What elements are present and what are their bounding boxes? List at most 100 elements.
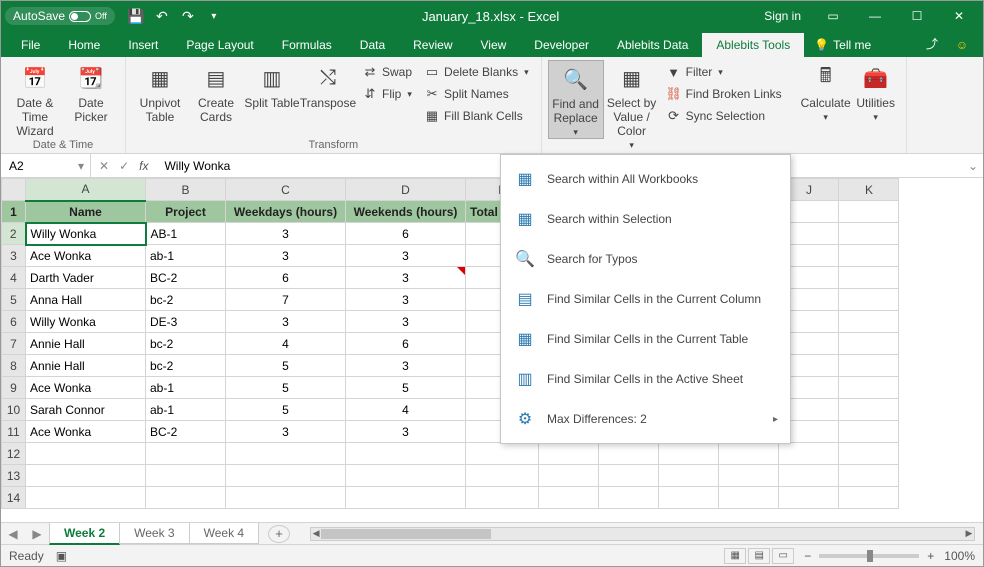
sign-in-button[interactable]: Sign in — [754, 9, 811, 23]
cell[interactable] — [226, 465, 346, 487]
broken-links-button[interactable]: ⛓Find Broken Links — [660, 84, 788, 104]
tab-formulas[interactable]: Formulas — [268, 33, 346, 57]
data-header[interactable]: Name — [26, 201, 146, 223]
sheet-nav-prev-icon[interactable]: ◀ — [1, 527, 25, 541]
split-names-button[interactable]: ✂Split Names — [418, 84, 535, 104]
spreadsheet-grid[interactable]: ABCDEFGHIJK1NameProjectWeekdays (hours)W… — [1, 178, 983, 522]
cell[interactable]: 6 — [346, 333, 466, 355]
page-layout-view-icon[interactable]: ▤ — [748, 548, 770, 564]
scroll-right-icon[interactable]: ▶ — [962, 528, 976, 539]
cell[interactable] — [839, 377, 899, 399]
cell[interactable] — [839, 267, 899, 289]
cell[interactable]: bc-2 — [146, 333, 226, 355]
smiley-icon[interactable]: ☺ — [947, 33, 977, 57]
cell[interactable] — [346, 465, 466, 487]
row-header-12[interactable]: 12 — [2, 443, 26, 465]
menu-similar-sheet[interactable]: ▥Find Similar Cells in the Active Sheet — [501, 359, 790, 399]
cell[interactable]: 5 — [226, 399, 346, 421]
fill-blank-button[interactable]: ▦Fill Blank Cells — [418, 106, 535, 126]
row-header-6[interactable]: 6 — [2, 311, 26, 333]
tab-ablebits-tools[interactable]: Ablebits Tools — [702, 33, 804, 57]
cell[interactable] — [839, 465, 899, 487]
close-icon[interactable]: ✕ — [939, 1, 979, 31]
utilities-button[interactable]: 🧰 Utilities ▾ — [852, 60, 900, 123]
calculate-button[interactable]: 🖩 Calculate ▾ — [800, 60, 852, 123]
cell[interactable] — [226, 443, 346, 465]
tab-data[interactable]: Data — [346, 33, 399, 57]
sync-selection-button[interactable]: ⟳Sync Selection — [660, 106, 788, 126]
cell[interactable]: 4 — [226, 333, 346, 355]
create-cards-button[interactable]: ▤ Create Cards — [188, 60, 244, 124]
cell[interactable]: 6 — [346, 223, 466, 245]
minimize-icon[interactable]: — — [855, 1, 895, 31]
date-picker-button[interactable]: 📆 Date Picker — [63, 60, 119, 124]
row-header-3[interactable]: 3 — [2, 245, 26, 267]
cell[interactable]: Ace Wonka — [26, 421, 146, 443]
fx-icon[interactable]: fx — [139, 159, 148, 173]
cell[interactable]: 3 — [346, 311, 466, 333]
tab-home[interactable]: Home — [54, 33, 114, 57]
unpivot-button[interactable]: ▦ Unpivot Table — [132, 60, 188, 124]
tab-page-layout[interactable]: Page Layout — [172, 33, 267, 57]
row-header-14[interactable]: 14 — [2, 487, 26, 509]
cell[interactable]: bc-2 — [146, 355, 226, 377]
ribbon-display-icon[interactable]: ▭ — [813, 1, 853, 31]
cell[interactable]: 5 — [226, 377, 346, 399]
add-sheet-button[interactable]: + — [268, 525, 290, 543]
data-header[interactable]: Weekdays (hours) — [226, 201, 346, 223]
enter-icon[interactable]: ✓ — [119, 159, 129, 173]
cell[interactable] — [26, 465, 146, 487]
cell[interactable] — [466, 465, 539, 487]
zoom-slider[interactable] — [819, 554, 919, 558]
cell[interactable]: 3 — [346, 267, 466, 289]
row-header-10[interactable]: 10 — [2, 399, 26, 421]
cancel-icon[interactable]: ✕ — [99, 159, 109, 173]
row-header-5[interactable]: 5 — [2, 289, 26, 311]
flip-button[interactable]: ⇵Flip▾ — [356, 84, 418, 104]
normal-view-icon[interactable]: ▦ — [724, 548, 746, 564]
data-header[interactable]: Weekends (hours) — [346, 201, 466, 223]
cell[interactable] — [839, 443, 899, 465]
save-icon[interactable]: 💾 — [123, 3, 149, 29]
tab-review[interactable]: Review — [399, 33, 466, 57]
cell[interactable]: ab-1 — [146, 377, 226, 399]
cell[interactable] — [539, 465, 599, 487]
scroll-thumb[interactable] — [321, 529, 491, 539]
cell[interactable] — [839, 245, 899, 267]
split-table-button[interactable]: ▥ Split Table — [244, 60, 300, 110]
cell[interactable] — [839, 201, 899, 223]
menu-similar-table[interactable]: ▦Find Similar Cells in the Current Table — [501, 319, 790, 359]
cell[interactable]: 3 — [346, 421, 466, 443]
cell[interactable] — [599, 465, 659, 487]
cell[interactable] — [599, 487, 659, 509]
cell[interactable] — [839, 289, 899, 311]
select-all-corner[interactable] — [2, 179, 26, 201]
cell[interactable]: BC-2 — [146, 421, 226, 443]
cell[interactable]: Sarah Connor — [26, 399, 146, 421]
col-header-D[interactable]: D — [346, 179, 466, 201]
horizontal-scrollbar[interactable]: ◀ ▶ — [310, 527, 975, 541]
select-by-button[interactable]: ▦ Select by Value / Color ▾ — [604, 60, 660, 151]
row-header-13[interactable]: 13 — [2, 465, 26, 487]
cell[interactable] — [839, 487, 899, 509]
cell[interactable]: Willy Wonka — [26, 223, 146, 245]
cell[interactable] — [599, 443, 659, 465]
datetime-wizard-button[interactable]: 📅 Date & Time Wizard — [7, 60, 63, 138]
sheet-tab-week4[interactable]: Week 4 — [189, 523, 259, 544]
data-header[interactable]: Project — [146, 201, 226, 223]
sheet-tab-week2[interactable]: Week 2 — [49, 523, 120, 545]
zoom-out-button[interactable]: − — [804, 549, 811, 563]
tab-ablebits-data[interactable]: Ablebits Data — [603, 33, 702, 57]
filter-button[interactable]: ▼Filter▾ — [660, 62, 788, 82]
cell[interactable]: 3 — [226, 245, 346, 267]
col-header-B[interactable]: B — [146, 179, 226, 201]
cell[interactable] — [466, 443, 539, 465]
col-header-A[interactable]: A — [26, 179, 146, 201]
cell[interactable] — [779, 487, 839, 509]
expand-formula-icon[interactable]: ⌄ — [963, 159, 983, 173]
cell[interactable] — [659, 443, 719, 465]
cell[interactable] — [146, 443, 226, 465]
menu-max-differences[interactable]: ⚙Max Differences: 2 — [501, 399, 790, 439]
cell[interactable]: 3 — [226, 311, 346, 333]
row-header-7[interactable]: 7 — [2, 333, 26, 355]
